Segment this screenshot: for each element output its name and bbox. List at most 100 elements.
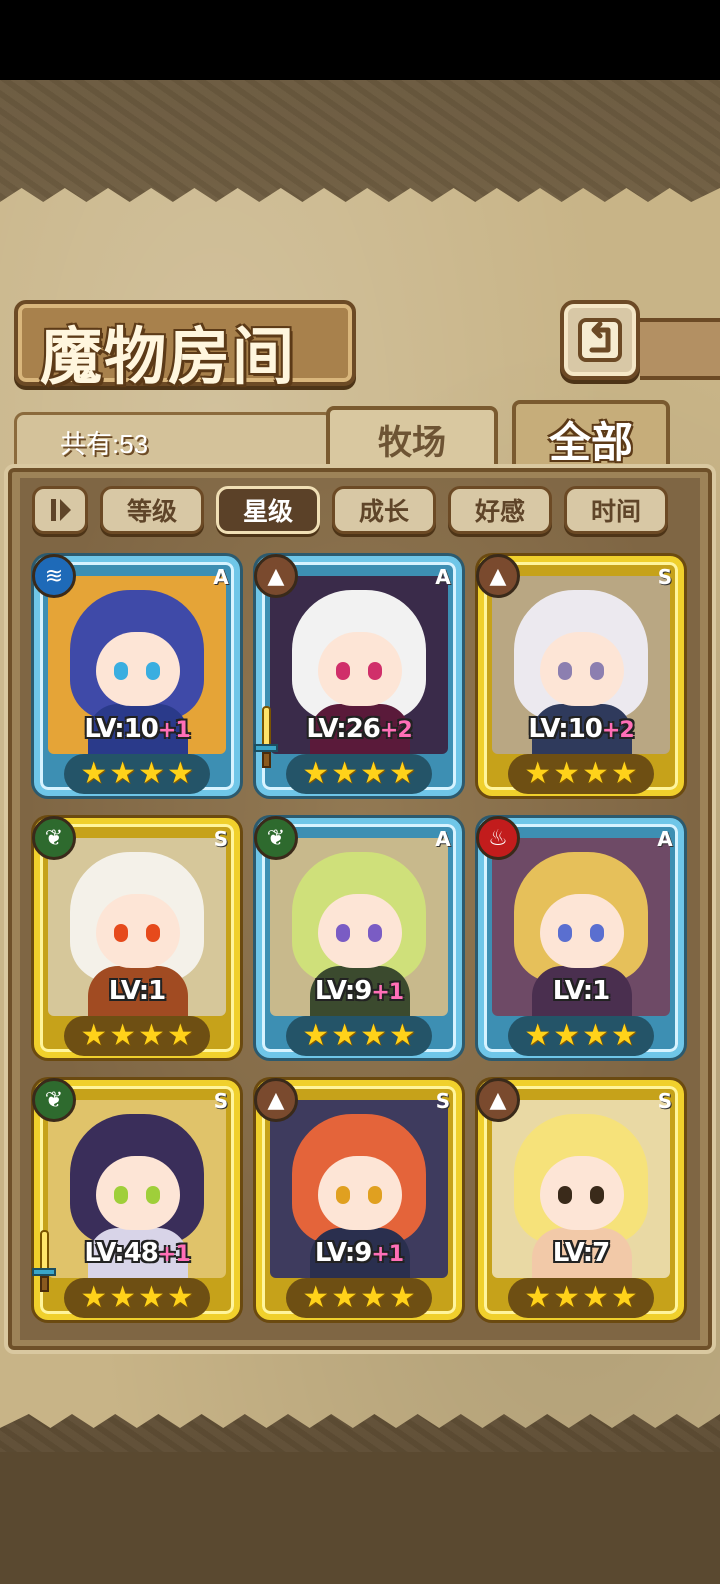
star-icon: ★ [388,1018,416,1053]
earth-element-icon: ▲ [476,554,520,598]
rank-badge: S [657,1089,673,1113]
sort-direction-icon [51,499,71,521]
star-rating: ★ ★ ★ ★ [508,1016,654,1056]
star-icon: ★ [582,1280,609,1315]
level-value: LV:26 [306,714,381,744]
star-icon: ★ [553,756,580,791]
monster-card[interactable]: S ▲ LV:9+1 ★ ★ ★ ★ [254,1078,462,1320]
sort-growth-button[interactable]: 成长 [332,486,436,534]
monster-card[interactable]: S ▲ LV:7 ★ ★ ★ ★ [476,1078,684,1320]
star-icon: ★ [582,1018,609,1053]
level-bonus: +1 [157,718,191,743]
sort-order-toggle[interactable] [32,486,88,534]
star-icon: ★ [166,1280,194,1315]
level-value: LV:1 [108,976,166,1006]
level-label: LV:7 [478,1238,684,1268]
star-icon: ★ [610,756,638,791]
level-value: LV:48 [84,1238,159,1268]
rank-badge: S [435,1089,451,1113]
level-value: LV:10 [528,714,603,744]
star-icon: ★ [109,756,136,791]
page-title: 魔物房间 [40,320,297,393]
level-bonus: +1 [371,980,404,1005]
level-bonus: +1 [371,1242,404,1267]
star-rating: ★ ★ ★ ★ [286,754,432,794]
star-rating: ★ ★ ★ ★ [64,754,210,794]
star-icon: ★ [109,1280,136,1315]
monster-card[interactable]: S ❦ LV:1 ★ ★ ★ ★ [32,816,240,1058]
star-icon: ★ [166,1018,194,1053]
wood-element-icon: ❦ [32,816,76,860]
star-icon: ★ [302,756,330,791]
rank-badge: S [657,565,673,589]
star-icon: ★ [553,1018,580,1053]
rank-badge: A [435,565,451,589]
earth-element-icon: ▲ [254,554,298,598]
monster-card[interactable]: S ❦ LV:48+1 ★ ★ ★ ★ [32,1078,240,1320]
monster-card[interactable]: A ≋ LV:10+1 ★ ★ ★ ★ [32,554,240,796]
sort-stars-button[interactable]: 星级 [216,486,320,534]
sort-affection-button[interactable]: 好感 [448,486,552,534]
star-icon: ★ [109,1018,136,1053]
star-rating: ★ ★ ★ ★ [286,1278,432,1318]
sort-time-button[interactable]: 时间 [564,486,668,534]
star-icon: ★ [582,756,609,791]
monster-card[interactable]: A ▲ LV:26+2 ★ ★ ★ ★ [254,554,462,796]
monster-count: 共有:53 [60,429,149,459]
rank-badge: A [657,827,673,851]
star-icon: ★ [360,1018,387,1053]
back-button[interactable] [560,300,640,380]
star-rating: ★ ★ ★ ★ [64,1016,210,1056]
star-icon: ★ [388,756,416,791]
star-icon: ★ [138,1018,165,1053]
star-icon: ★ [610,1018,638,1053]
rank-badge: A [213,565,229,589]
sort-level-button[interactable]: 等级 [100,486,204,534]
level-label: LV:1 [478,976,684,1006]
star-icon: ★ [80,1018,108,1053]
star-rating: ★ ★ ★ ★ [508,754,654,794]
earth-element-icon: ▲ [476,1078,520,1122]
star-icon: ★ [524,1018,552,1053]
star-icon: ★ [80,1280,108,1315]
star-icon: ★ [302,1018,330,1053]
level-bonus: +2 [379,718,413,743]
monster-card[interactable]: A ♨ LV:1 ★ ★ ★ ★ [476,816,684,1058]
level-value: LV:10 [84,714,159,744]
level-label: LV:10+2 [478,714,684,744]
level-label: LV:10+1 [34,714,240,744]
tab-all[interactable]: 全部 [512,400,670,474]
tab-farm[interactable]: 牧场 [326,406,498,468]
star-icon: ★ [302,1280,330,1315]
star-icon: ★ [166,756,194,791]
level-value: LV:9 [314,976,372,1006]
star-icon: ★ [553,1280,580,1315]
fire-element-icon: ♨ [476,816,520,860]
monster-card[interactable]: S ▲ LV:10+2 ★ ★ ★ ★ [476,554,684,796]
star-icon: ★ [524,1280,552,1315]
earth-element-icon: ▲ [254,1078,298,1122]
star-icon: ★ [331,1280,358,1315]
back-button-tail [640,318,720,380]
level-bonus: +2 [601,718,635,743]
level-label: LV:1 [34,976,240,1006]
star-rating: ★ ★ ★ ★ [508,1278,654,1318]
star-rating: ★ ★ ★ ★ [64,1278,210,1318]
level-value: LV:7 [552,1238,610,1268]
star-icon: ★ [360,756,387,791]
star-icon: ★ [610,1280,638,1315]
rank-badge: A [435,827,451,851]
level-label: LV:9+1 [256,976,462,1006]
level-label: LV:26+2 [256,714,462,744]
rank-badge: S [213,1089,229,1113]
star-icon: ★ [360,1280,387,1315]
star-icon: ★ [138,756,165,791]
star-icon: ★ [138,1280,165,1315]
bottom-map-strip [0,1452,720,1584]
star-rating: ★ ★ ★ ★ [286,1016,432,1056]
level-value: LV:1 [552,976,610,1006]
level-bonus: +1 [157,1242,191,1267]
star-icon: ★ [524,756,552,791]
water-element-icon: ≋ [32,554,76,598]
monster-card[interactable]: A ❦ LV:9+1 ★ ★ ★ ★ [254,816,462,1058]
